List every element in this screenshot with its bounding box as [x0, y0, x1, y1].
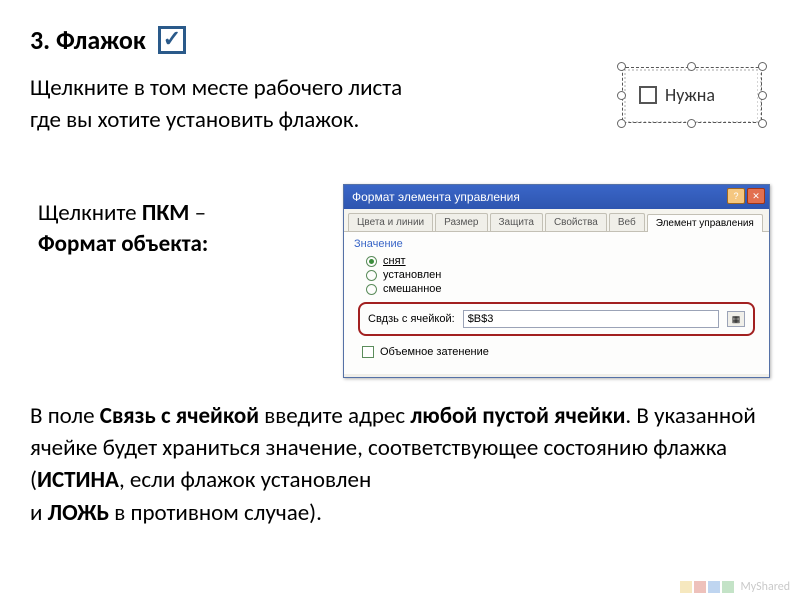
help-button[interactable]: ?: [727, 188, 745, 204]
cell-link-input[interactable]: $B$3: [463, 310, 719, 328]
radio-icon: [366, 270, 377, 281]
instr2-bold: Формат объекта:: [38, 230, 208, 258]
sample-checkbox-label: Нужна: [665, 84, 715, 106]
selection-box: Нужна: [622, 67, 762, 123]
para1-line2: где вы хотите установить флажок.: [30, 106, 359, 134]
cell-link-row: Свдзь с ячейкой: $B$3 ▦: [358, 302, 755, 336]
paragraph-1: Щелкните в том месте рабочего листа где …: [30, 72, 550, 136]
dialog-titlebar[interactable]: Формат элемента управления ? ✕: [344, 185, 769, 209]
bp-text: в противном случае).: [109, 499, 322, 527]
wm-square-icon: [708, 581, 720, 593]
bp-bold: ИСТИНА: [37, 466, 119, 494]
radio-checked[interactable]: установлен: [354, 268, 759, 282]
bp-bold: любой пустой ячейки: [410, 402, 625, 430]
bp-text: , если флажок установлен: [119, 466, 371, 494]
watermark-text: MyShared: [740, 580, 790, 594]
cell-link-value: $B$3: [468, 313, 494, 325]
checkbox-selection-illustration: Нужна: [615, 60, 770, 132]
radio-icon: [366, 256, 377, 267]
range-picker-button[interactable]: ▦: [727, 311, 745, 327]
tab-size[interactable]: Размер: [435, 213, 487, 231]
instr2-part: –: [189, 199, 206, 227]
heading-text: 3. Флажок: [30, 24, 146, 56]
dialog-window-buttons: ? ✕: [727, 188, 765, 204]
bp-text: В поле: [30, 402, 100, 430]
dialog-body: Значение снят установлен смешанное Свдзь…: [344, 232, 769, 374]
checkbox-icon: [362, 346, 374, 358]
radio-label: снят: [383, 255, 406, 267]
dialog-tabs: Цвета и линии Размер Защита Свойства Веб…: [344, 209, 769, 232]
tab-properties[interactable]: Свойства: [545, 213, 607, 231]
bp-bold: Связь с ячейкой: [100, 402, 259, 430]
format-control-dialog: Формат элемента управления ? ✕ Цвета и л…: [343, 184, 770, 378]
radio-mixed[interactable]: смешанное: [354, 282, 759, 296]
resize-handle: [617, 119, 626, 128]
instruction-2: Щелкните ПКМ – Формат объекта:: [38, 198, 208, 260]
radio-label: установлен: [383, 269, 441, 281]
watermark: MyShared: [680, 580, 790, 594]
instr2-part: Щелкните: [38, 199, 142, 227]
resize-handle: [617, 91, 626, 100]
wm-square-icon: [722, 581, 734, 593]
close-button[interactable]: ✕: [747, 188, 765, 204]
shadow-checkbox-row[interactable]: Объемное затенение: [354, 342, 759, 362]
bp-text: введите адрес: [259, 402, 410, 430]
bp-text: и: [30, 499, 48, 527]
sample-checkbox-box: [639, 86, 657, 104]
resize-handle: [758, 91, 767, 100]
bp-bold: ЛОЖЬ: [48, 499, 109, 527]
tab-colors[interactable]: Цвета и линии: [348, 213, 433, 231]
resize-handle: [617, 62, 626, 71]
wm-square-icon: [680, 581, 692, 593]
tab-protection[interactable]: Защита: [490, 213, 543, 231]
cell-link-label: Свдзь с ячейкой:: [368, 313, 455, 325]
tab-control[interactable]: Элемент управления: [647, 214, 763, 232]
para1-line1: Щелкните в том месте рабочего листа: [30, 74, 402, 102]
tab-web[interactable]: Веб: [609, 213, 645, 231]
radio-unchecked[interactable]: снят: [354, 254, 759, 268]
resize-handle: [687, 62, 696, 71]
checkbox-icon: [158, 26, 186, 54]
resize-handle: [758, 119, 767, 128]
wm-square-icon: [694, 581, 706, 593]
sample-checkbox: Нужна: [627, 71, 757, 119]
radio-icon: [366, 284, 377, 295]
resize-handle: [687, 119, 696, 128]
paragraph-bottom: В поле Связь с ячейкой введите адрес люб…: [30, 400, 770, 529]
dialog-title-text: Формат элемента управления: [352, 190, 520, 204]
shadow-label: Объемное затенение: [380, 346, 489, 358]
radio-label: смешанное: [383, 283, 442, 295]
instr2-bold: ПКМ: [142, 199, 190, 227]
resize-handle: [758, 62, 767, 71]
section-heading: 3. Флажок: [30, 24, 770, 56]
value-group-label: Значение: [354, 238, 759, 250]
